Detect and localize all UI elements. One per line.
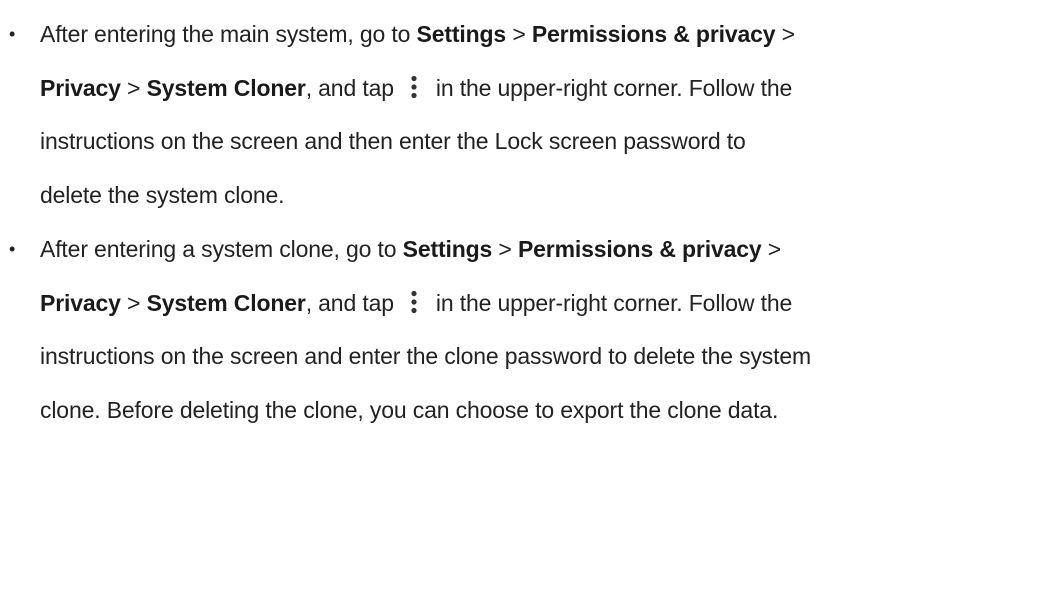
- list-item: • After entering the main system, go to …: [0, 8, 1055, 222]
- text-line: Privacy > System Cloner, and tap in the u…: [40, 62, 1055, 116]
- separator: >: [761, 236, 782, 262]
- privacy-label: Privacy: [40, 289, 121, 316]
- text-run: in the upper-right corner. Follow the: [435, 74, 793, 101]
- system-cloner-label: System Cloner: [146, 289, 306, 316]
- separator: >: [506, 21, 532, 47]
- text-line: delete the system clone.: [40, 181, 285, 208]
- permissions-privacy-label: Permissions & privacy: [517, 236, 762, 262]
- bullet-icon: •: [9, 239, 16, 259]
- separator: >: [120, 289, 147, 316]
- privacy-label: Privacy: [40, 74, 121, 101]
- text-line: instructions on the screen and then ente…: [40, 128, 746, 154]
- settings-label: Settings: [402, 236, 493, 262]
- separator: >: [120, 74, 147, 101]
- more-vertical-icon: [411, 290, 417, 313]
- separator: >: [775, 21, 795, 47]
- text-run: in the upper-right corner. Follow the: [435, 289, 793, 316]
- permissions-privacy-label: Permissions & privacy: [531, 21, 776, 47]
- text-run: After entering the main system, go to: [40, 21, 417, 47]
- bullet-icon: •: [9, 24, 16, 44]
- separator: >: [492, 236, 518, 262]
- text-line: Privacy > System Cloner, and tap in the u…: [40, 277, 1055, 331]
- text-run: After entering a system clone, go to: [40, 236, 403, 262]
- settings-label: Settings: [416, 21, 507, 47]
- document-page: • After entering the main system, go to …: [0, 0, 1055, 606]
- instruction-list: • After entering the main system, go to …: [0, 0, 1055, 437]
- text-line: instructions on the screen and enter the…: [40, 343, 812, 369]
- text-run: , and tap: [305, 74, 394, 101]
- list-item: • After entering a system clone, go to S…: [0, 223, 1055, 437]
- text-run: , and tap: [305, 289, 394, 316]
- system-cloner-label: System Cloner: [146, 74, 306, 101]
- text-line: After entering the main system, go to Se…: [40, 8, 1055, 62]
- text-line: After entering a system clone, go to Set…: [40, 223, 1055, 277]
- text-line: clone. Before deleting the clone, you ca…: [40, 396, 779, 423]
- more-vertical-icon: [411, 75, 417, 98]
